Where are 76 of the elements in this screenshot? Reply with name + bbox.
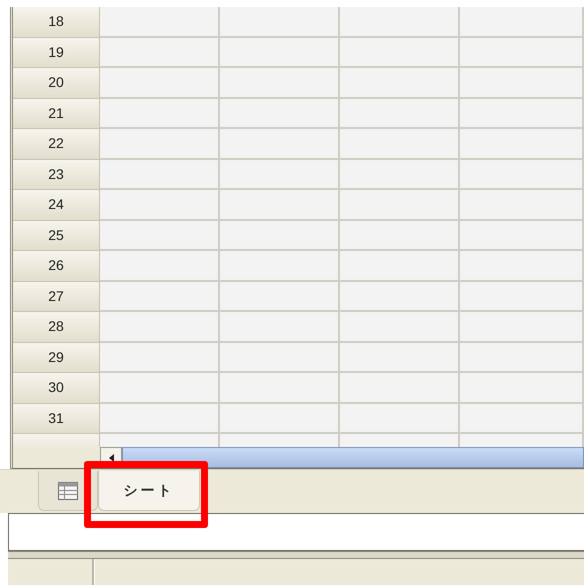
table-cell[interactable] — [340, 220, 460, 251]
table-cell[interactable] — [220, 373, 340, 404]
table-cell[interactable] — [460, 342, 584, 373]
table-cell[interactable] — [460, 190, 584, 220]
table-cell[interactable] — [100, 98, 220, 129]
table-cell[interactable] — [100, 220, 220, 251]
table-cell[interactable] — [220, 282, 340, 312]
table-cell[interactable] — [340, 404, 460, 434]
row-header[interactable]: 27 — [13, 282, 100, 312]
row-header[interactable]: 18 — [13, 7, 100, 38]
table-cell[interactable] — [340, 190, 460, 220]
row-header[interactable]: 29 — [13, 342, 100, 373]
table-cell[interactable] — [100, 190, 220, 220]
table-cell[interactable] — [460, 7, 584, 38]
table-cell[interactable] — [100, 312, 220, 342]
table-cell[interactable] — [340, 373, 460, 404]
table-cell[interactable] — [220, 251, 340, 282]
table-cell[interactable] — [460, 68, 584, 98]
horizontal-scrollbar[interactable] — [122, 447, 584, 468]
table-cell[interactable] — [460, 160, 584, 190]
table-cell[interactable] — [100, 404, 220, 434]
table-cell[interactable] — [100, 160, 220, 190]
table-cell[interactable] — [460, 129, 584, 160]
table-cell[interactable] — [340, 38, 460, 68]
table-cell[interactable] — [340, 160, 460, 190]
sheet-tab[interactable]: シート — [98, 471, 200, 511]
table-cell[interactable] — [100, 251, 220, 282]
table-cell[interactable] — [220, 404, 340, 434]
table-cell[interactable] — [340, 312, 460, 342]
table-cell[interactable] — [460, 220, 584, 251]
table-cell[interactable] — [460, 404, 584, 434]
table-cell[interactable] — [220, 98, 340, 129]
table-cell[interactable] — [340, 7, 460, 38]
table-cell[interactable] — [220, 312, 340, 342]
table-cell[interactable] — [460, 312, 584, 342]
table-cell[interactable] — [220, 38, 340, 68]
row-header[interactable]: 24 — [13, 190, 100, 220]
table-cell[interactable] — [220, 129, 340, 160]
table-cell[interactable] — [220, 160, 340, 190]
table-cell[interactable] — [460, 282, 584, 312]
row-header[interactable]: 21 — [13, 98, 100, 129]
table-cell[interactable] — [100, 373, 220, 404]
table-cell[interactable] — [220, 7, 340, 38]
table-cell[interactable] — [100, 38, 220, 68]
table-cell[interactable] — [340, 68, 460, 98]
table-cell[interactable] — [220, 68, 340, 98]
table-icon — [58, 482, 78, 500]
table-cell[interactable] — [460, 251, 584, 282]
left-arrow-icon — [108, 454, 114, 462]
table-cell[interactable] — [220, 220, 340, 251]
table-cell[interactable] — [340, 282, 460, 312]
row-header[interactable]: 22 — [13, 129, 100, 160]
splitter-bar[interactable] — [8, 551, 584, 559]
table-cell[interactable] — [460, 98, 584, 129]
row-header[interactable]: 20 — [13, 68, 100, 98]
row-header[interactable]: 28 — [13, 312, 100, 342]
table-cell[interactable] — [100, 68, 220, 98]
table-cell[interactable] — [340, 251, 460, 282]
table-cell[interactable] — [460, 373, 584, 404]
row-header[interactable]: 30 — [13, 373, 100, 404]
table-cell[interactable] — [220, 190, 340, 220]
table-cell[interactable] — [340, 98, 460, 129]
table-cell[interactable] — [100, 342, 220, 373]
table-cell[interactable] — [100, 7, 220, 38]
table-cell[interactable] — [220, 342, 340, 373]
row-header[interactable]: 23 — [13, 160, 100, 190]
table-cell[interactable] — [460, 38, 584, 68]
row-header[interactable]: 26 — [13, 251, 100, 282]
table-cell[interactable] — [340, 129, 460, 160]
table-cell[interactable] — [100, 282, 220, 312]
row-header[interactable]: 25 — [13, 220, 100, 251]
input-field[interactable] — [8, 513, 584, 551]
table-cell[interactable] — [340, 342, 460, 373]
row-header[interactable]: 19 — [13, 38, 100, 68]
table-cell[interactable] — [100, 129, 220, 160]
row-header[interactable]: 31 — [13, 404, 100, 434]
